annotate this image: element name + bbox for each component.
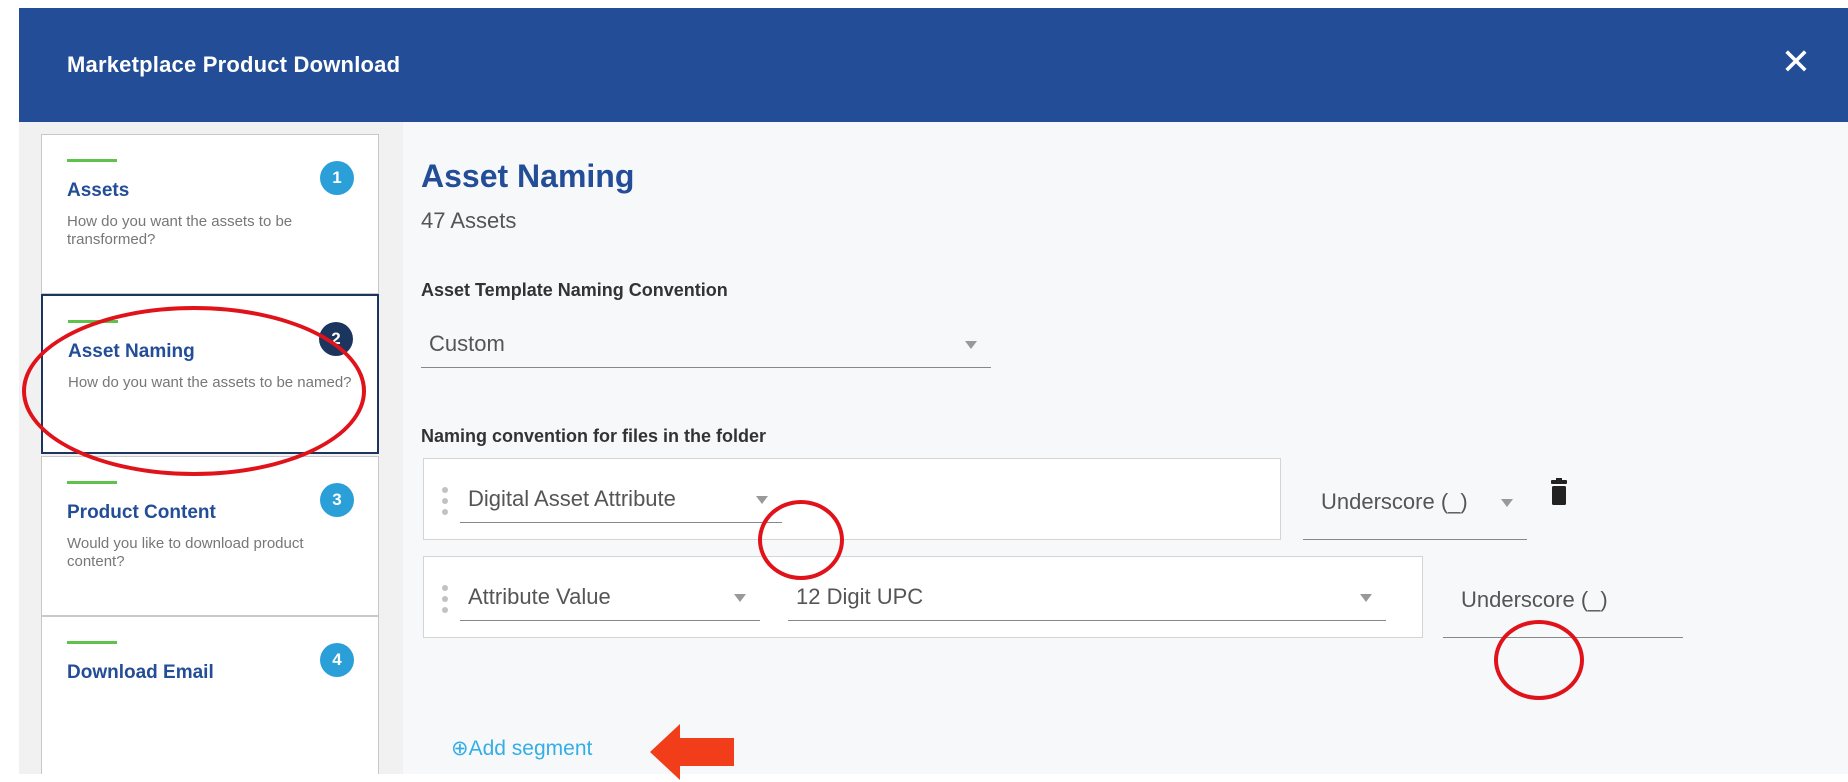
select-value: Digital Asset Attribute bbox=[468, 486, 676, 511]
drag-handle-icon[interactable] bbox=[442, 585, 448, 618]
template-select[interactable]: Custom bbox=[421, 318, 991, 368]
step-description: How do you want the assets to be transfo… bbox=[67, 213, 293, 248]
step-number-badge: 2 bbox=[319, 322, 353, 356]
segment-separator-select[interactable]: Underscore (_) bbox=[1303, 458, 1527, 540]
chevron-down-icon bbox=[734, 594, 746, 602]
step-product-content[interactable]: Product Content Would you like to downlo… bbox=[41, 456, 379, 616]
template-select-value: Custom bbox=[429, 331, 505, 356]
step-progress-bar bbox=[67, 641, 117, 644]
content-panel: Asset Naming 47 Assets Asset Template Na… bbox=[403, 122, 1848, 774]
close-icon[interactable]: ✕ bbox=[1774, 40, 1818, 84]
step-number-badge: 4 bbox=[320, 643, 354, 677]
step-progress-bar bbox=[67, 481, 117, 484]
segment-row: Digital Asset Attribute bbox=[423, 458, 1281, 540]
step-description: Would you like to download product conte… bbox=[67, 535, 304, 570]
step-assets[interactable]: Assets How do you want the assets to be … bbox=[41, 134, 379, 294]
step-download-email[interactable]: Download Email 4 bbox=[41, 616, 379, 774]
marketplace-download-modal: Marketplace Product Download ✕ Assets Ho… bbox=[19, 8, 1848, 774]
segment-attribute-select[interactable]: 12 Digit UPC bbox=[788, 571, 1386, 621]
chevron-down-icon bbox=[756, 496, 768, 504]
select-value: Underscore (_) bbox=[1321, 489, 1468, 514]
segment-attribute-type-select[interactable]: Attribute Value bbox=[460, 571, 760, 621]
asset-count: 47 Assets bbox=[421, 208, 517, 233]
step-number-badge: 3 bbox=[320, 483, 354, 517]
step-title: Product Content bbox=[67, 502, 216, 523]
step-progress-bar bbox=[68, 320, 118, 323]
chevron-down-icon bbox=[1360, 594, 1372, 602]
chevron-down-icon bbox=[965, 341, 977, 349]
segment-row: Attribute Value 12 Digit UPC bbox=[423, 556, 1423, 638]
step-progress-bar bbox=[67, 159, 117, 162]
select-value: Underscore (_) bbox=[1461, 587, 1608, 612]
segment-separator-select[interactable]: Underscore (_) bbox=[1443, 556, 1683, 638]
step-number-badge: 1 bbox=[320, 161, 354, 195]
section-title: Asset Naming bbox=[421, 158, 635, 194]
add-segment-link[interactable]: ⊕Add segment bbox=[451, 736, 592, 761]
chevron-down-icon bbox=[1501, 499, 1513, 507]
select-value: Attribute Value bbox=[468, 584, 611, 609]
segment-attribute-type-select[interactable]: Digital Asset Attribute bbox=[460, 473, 782, 523]
step-asset-naming[interactable]: Asset Naming How do you want the assets … bbox=[41, 294, 379, 454]
template-label: Asset Template Naming Convention bbox=[421, 280, 728, 300]
select-value: 12 Digit UPC bbox=[796, 584, 924, 609]
annotation-arrow-icon bbox=[650, 724, 734, 780]
step-title: Asset Naming bbox=[68, 341, 195, 362]
step-title: Assets bbox=[67, 180, 130, 201]
step-description: How do you want the assets to be named? bbox=[68, 374, 352, 391]
modal-title: Marketplace Product Download bbox=[67, 52, 401, 77]
step-title: Download Email bbox=[67, 662, 214, 683]
drag-handle-icon[interactable] bbox=[442, 487, 448, 520]
folder-naming-label: Naming convention for files in the folde… bbox=[421, 426, 767, 446]
steps-sidebar: Assets How do you want the assets to be … bbox=[19, 122, 403, 774]
trash-icon[interactable] bbox=[1549, 478, 1569, 506]
modal-header: Marketplace Product Download ✕ bbox=[19, 8, 1848, 122]
